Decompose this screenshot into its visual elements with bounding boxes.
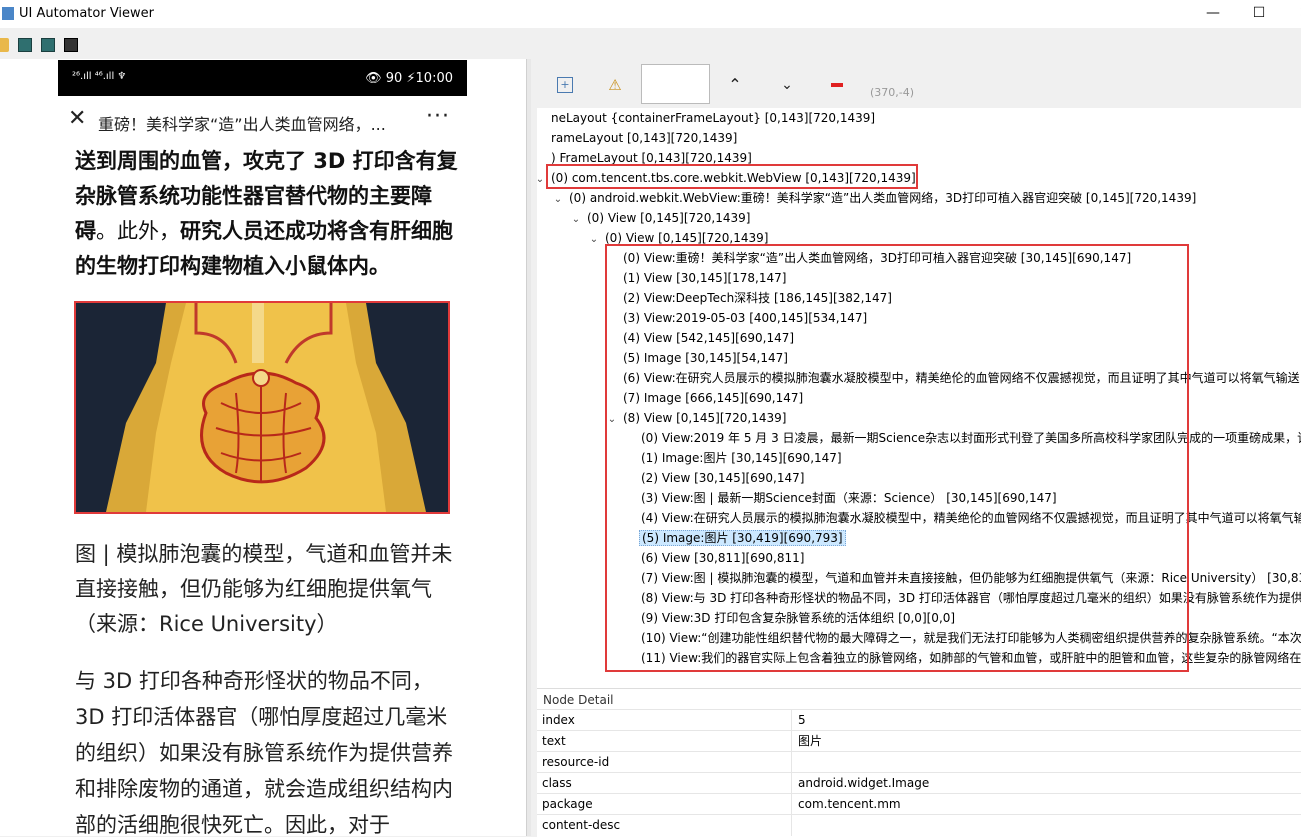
search-box[interactable] xyxy=(641,64,710,104)
image-caption: 图 | 模拟肺泡囊的模型，气道和血管并未直接接触，但仍能够为红细胞提供氧气（来源… xyxy=(75,542,453,636)
detail-row[interactable]: content-desc xyxy=(537,814,1301,836)
article-title: 重磅！美科学家“造”出人类血管网络，... xyxy=(98,115,386,134)
tree-node-label: rameLayout [0,143][720,1439] xyxy=(551,131,738,145)
save-icon[interactable] xyxy=(64,38,78,52)
close-icon[interactable]: ✕ xyxy=(68,106,86,131)
expand-toggle-icon[interactable]: ⌄ xyxy=(585,230,603,250)
hierarchy-pane: + ⚠ ⌃ ⌄ (370,-4) neLayout {containerFram… xyxy=(531,59,1301,837)
tree-node-label: ) FrameLayout [0,143][720,1439] xyxy=(551,151,752,165)
column-divider xyxy=(791,752,792,773)
column-divider xyxy=(791,710,792,731)
expand-toggle-icon[interactable]: ⌄ xyxy=(549,190,567,210)
tree-node[interactable]: ⌄ (0) View [0,145][720,1439] xyxy=(567,208,752,228)
node-detail-heading: Node Detail xyxy=(543,693,614,707)
title-bar: UI Automator Viewer — ☐ ✕ xyxy=(0,0,1301,28)
cursor-coordinates: (370,-4) xyxy=(870,86,915,99)
normal-text: 。此外， xyxy=(96,219,180,243)
warning-icon[interactable]: ⚠ xyxy=(607,77,623,93)
device-screenshot-compressed-icon[interactable] xyxy=(41,38,55,52)
children-highlight-box xyxy=(605,244,1189,672)
expand-toggle-icon[interactable]: ⌄ xyxy=(567,210,585,230)
detail-key: index xyxy=(542,713,575,727)
expand-all-icon[interactable]: + xyxy=(557,77,573,93)
detail-key: package xyxy=(542,797,593,811)
tree-node[interactable]: ⌄ (0) android.webkit.WebView:重磅！美科学家“造”出人… xyxy=(549,188,1198,208)
column-divider xyxy=(791,731,792,752)
phone-status-bar: ²⁶.ıll ⁴⁶.ıll ♆ 👁 90 ⚡10:00 xyxy=(58,60,467,96)
column-divider xyxy=(791,794,792,815)
close-window-button[interactable]: ✕ xyxy=(1282,0,1301,28)
detail-value: android.widget.Image xyxy=(798,776,930,790)
detail-key: class xyxy=(542,776,572,790)
detail-key: resource-id xyxy=(542,755,610,769)
tree-node-label: (0) android.webkit.WebView:重磅！美科学家“造”出人类… xyxy=(569,191,1197,205)
signal-indicators: ²⁶.ıll ⁴⁶.ıll ♆ xyxy=(72,71,127,82)
detail-key: text xyxy=(542,734,566,748)
maximize-button[interactable]: ☐ xyxy=(1236,0,1282,28)
open-folder-icon[interactable] xyxy=(0,38,9,52)
article-image[interactable] xyxy=(74,301,450,514)
next-result-icon[interactable]: ⌄ xyxy=(779,77,795,93)
phone-screen[interactable]: ²⁶.ıll ⁴⁶.ıll ♆ 👁 90 ⚡10:00 ✕ 重磅！美科学家“造”… xyxy=(58,60,467,836)
clear-search-icon[interactable] xyxy=(831,83,843,87)
tree-node[interactable]: neLayout {containerFrameLayout} [0,143][… xyxy=(537,108,877,128)
detail-row[interactable]: index 5 xyxy=(537,709,1301,731)
detail-row[interactable]: package com.tencent.mm xyxy=(537,793,1301,815)
detail-key: content-desc xyxy=(542,818,621,832)
tree-node-label: neLayout {containerFrameLayout} [0,143][… xyxy=(551,111,876,125)
window-title: UI Automator Viewer xyxy=(19,6,155,21)
main-toolbar xyxy=(0,33,1301,58)
hierarchy-toolbar: + ⚠ ⌃ ⌄ (370,-4) xyxy=(531,59,1301,107)
webview-highlight-box xyxy=(546,164,918,189)
detail-row[interactable]: class android.widget.Image xyxy=(537,772,1301,794)
previous-result-icon[interactable]: ⌃ xyxy=(727,77,743,93)
detail-row[interactable]: text 图片 xyxy=(537,730,1301,752)
article-paragraph-bold: 送到周围的血管，攻克了 3D 打印含有复杂脉管系统功能性器官替代物的主要障碍。此… xyxy=(75,144,460,284)
article-nav-bar: ✕ 重磅！美科学家“造”出人类血管网络，... ··· xyxy=(58,96,467,144)
device-screenshot-icon[interactable] xyxy=(18,38,32,52)
minimize-button[interactable]: — xyxy=(1190,0,1236,28)
node-detail-panel: Node Detail index 5 text 图片 resource-id class… xyxy=(537,688,1301,837)
more-icon[interactable]: ··· xyxy=(426,104,450,129)
detail-row[interactable]: resource-id xyxy=(537,751,1301,773)
article-paragraph: 与 3D 打印各种奇形怪状的物品不同，3D 打印活体器官（哪怕厚度超过几毫米的组… xyxy=(75,669,453,836)
tree-node[interactable]: rameLayout [0,143][720,1439] xyxy=(537,128,739,148)
detail-value: 图片 xyxy=(798,734,823,748)
detail-value: 5 xyxy=(798,713,806,727)
hydrogel-model-illustration xyxy=(76,303,448,512)
tree-node-label: (0) View [0,145][720,1439] xyxy=(587,211,751,225)
detail-value: com.tencent.mm xyxy=(798,797,901,811)
column-divider xyxy=(791,773,792,794)
tree-node-label: (0) View [0,145][720,1439] xyxy=(605,231,769,245)
column-divider xyxy=(791,815,792,836)
status-time: 👁 90 ⚡10:00 xyxy=(365,71,453,86)
app-icon xyxy=(2,7,14,20)
